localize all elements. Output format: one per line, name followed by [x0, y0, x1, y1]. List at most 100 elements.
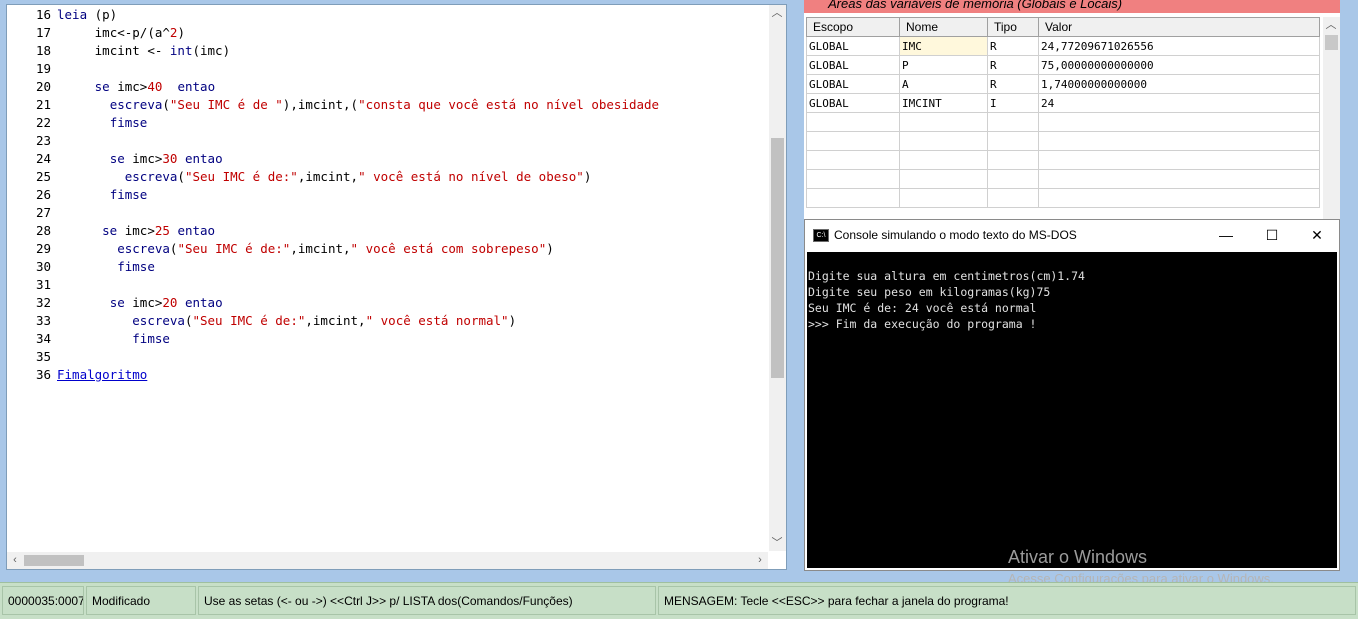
code-token: " você está normal": [365, 313, 509, 328]
code-token: (imc): [192, 43, 231, 58]
code-editor[interactable]: 16 leia (p) 17 imc<-p/(a^2) 18 imcint <- in…: [6, 4, 787, 570]
variable-cell: [987, 131, 1039, 151]
line-number: 21: [35, 97, 51, 112]
variable-row[interactable]: GLOBAL IMCINT I 24: [806, 93, 1320, 113]
code-token: se: [109, 295, 125, 310]
code-token: entao: [184, 151, 223, 166]
line-number: 36: [35, 367, 51, 382]
code-text: leia (p): [57, 6, 117, 24]
variable-row[interactable]: [806, 169, 1320, 189]
variable-row[interactable]: [806, 150, 1320, 170]
scroll-down-icon[interactable]: ﹀: [769, 535, 785, 551]
code-token: 30: [162, 151, 178, 166]
console-line: Seu IMC é de: 24 você está normal: [808, 301, 1037, 315]
code-text: Fimalgoritmo: [57, 366, 147, 384]
scroll-right-icon[interactable]: ›: [752, 552, 768, 568]
code-token: ): [546, 241, 554, 256]
variable-cell: A: [899, 74, 988, 94]
status-cursor-position: 0000035:0007: [2, 586, 84, 615]
editor-horizontal-scrollbar[interactable]: ‹ ›: [7, 552, 768, 569]
minimize-button[interactable]: —: [1203, 220, 1249, 250]
variable-row[interactable]: [806, 188, 1320, 208]
variables-panel-title: Áreas das variáveis de memória (Globais …: [824, 0, 1127, 11]
variable-cell: [899, 131, 988, 151]
code-token: se: [94, 79, 110, 94]
code-token: leia: [57, 7, 88, 22]
variables-scrollbar[interactable]: ︿: [1323, 17, 1340, 220]
code-token: 25: [154, 223, 170, 238]
close-button[interactable]: ✕: [1294, 220, 1340, 250]
maximize-button[interactable]: ☐: [1249, 220, 1295, 250]
variable-row[interactable]: GLOBAL A R 1,74000000000000: [806, 74, 1320, 94]
variable-cell: [1038, 131, 1320, 151]
column-header-tipo[interactable]: Tipo: [987, 17, 1039, 37]
console-title: Console simulando o modo texto do MS-DOS: [834, 228, 1077, 242]
scroll-up-icon[interactable]: ︿: [1323, 17, 1339, 33]
code-token: "Seu IMC é de ": [169, 97, 283, 112]
console-line: >>> Fim da execução do programa !: [808, 317, 1037, 331]
scroll-left-icon[interactable]: ‹: [7, 552, 23, 568]
variable-row[interactable]: GLOBAL IMC R 24,77209671026556: [806, 36, 1320, 56]
line-number: 19: [35, 61, 51, 76]
variable-row[interactable]: GLOBAL P R 75,00000000000000: [806, 55, 1320, 75]
column-header-escopo[interactable]: Escopo: [806, 17, 900, 37]
variable-cell: [1038, 188, 1320, 208]
variable-row[interactable]: [806, 112, 1320, 132]
line-number: 31: [35, 277, 51, 292]
scroll-thumb[interactable]: [24, 555, 84, 566]
line-number: 22: [35, 115, 51, 130]
fimalgoritmo-link[interactable]: Fimalgoritmo: [57, 367, 147, 382]
status-message: MENSAGEM: Tecle <<ESC>> para fechar a ja…: [658, 586, 1356, 615]
line-number: 16: [35, 7, 51, 22]
code-text: escreva("Seu IMC é de "),imcint,("consta…: [57, 96, 659, 114]
code-area[interactable]: 16 leia (p) 17 imc<-p/(a^2) 18 imcint <- in…: [7, 5, 768, 551]
variables-panel-titlebar: Áreas das variáveis de memória (Globais …: [804, 0, 1340, 13]
code-token: ,imcint,: [305, 313, 366, 328]
variable-cell: GLOBAL: [806, 93, 900, 113]
column-header-valor[interactable]: Valor: [1038, 17, 1320, 37]
code-text: imcint <- int(imc): [57, 42, 230, 60]
variable-cell: P: [899, 55, 988, 75]
console-titlebar[interactable]: C:\ Console simulando o modo texto do MS…: [805, 220, 1339, 251]
console-window[interactable]: C:\ Console simulando o modo texto do MS…: [804, 219, 1340, 571]
code-token: " você está no nível de obeso": [358, 169, 584, 184]
scroll-up-icon[interactable]: ︿: [769, 5, 785, 21]
code-token: escreva: [109, 97, 163, 112]
code-text: fimse: [57, 330, 170, 348]
line-number: 27: [35, 205, 51, 220]
console-output[interactable]: Digite sua altura em centimetros(cm)1.74…: [807, 252, 1337, 568]
line-number: 26: [35, 187, 51, 202]
code-token: "Seu IMC é de:": [177, 241, 291, 256]
line-number: 28: [35, 223, 51, 238]
code-token: ): [508, 313, 517, 328]
code-token: se: [102, 223, 118, 238]
column-header-nome[interactable]: Nome: [899, 17, 988, 37]
scroll-thumb[interactable]: [771, 138, 784, 378]
variable-cell: [987, 112, 1039, 132]
variable-cell: [806, 112, 900, 132]
code-token: ),imcint,(: [282, 97, 359, 112]
variable-row[interactable]: [806, 131, 1320, 151]
variables-panel: Áreas das variáveis de memória (Globais …: [804, 0, 1340, 220]
line-number: 23: [35, 133, 51, 148]
line-number: 33: [35, 313, 51, 328]
code-token: ): [583, 169, 592, 184]
code-token: imc<-p/(a^: [94, 25, 170, 40]
code-token: escreva: [132, 313, 185, 328]
scroll-thumb[interactable]: [1325, 35, 1338, 50]
code-text: imc<-p/(a^2): [57, 24, 185, 42]
code-token: escreva: [124, 169, 178, 184]
code-token: fimse: [109, 115, 148, 130]
variable-cell: R: [987, 74, 1039, 94]
editor-vertical-scrollbar[interactable]: ︿ ﹀: [769, 5, 786, 551]
code-token: fimse: [132, 331, 170, 346]
variable-cell: 75,00000000000000: [1038, 55, 1320, 75]
line-number: 17: [35, 25, 51, 40]
